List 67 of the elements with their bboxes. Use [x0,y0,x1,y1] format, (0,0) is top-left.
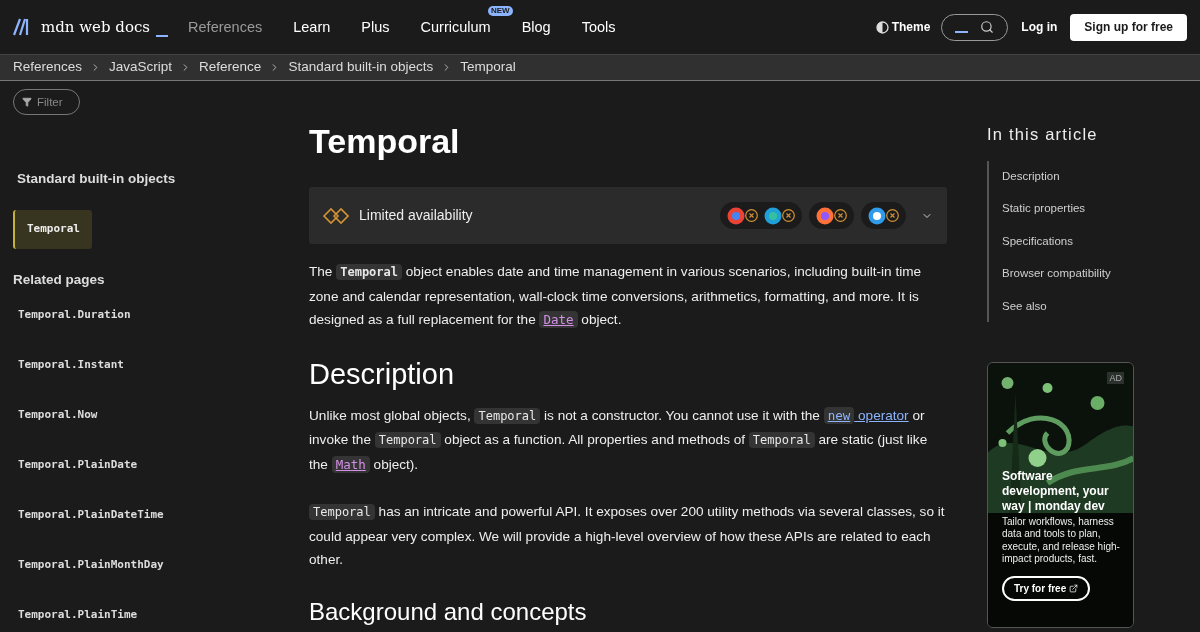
search-icon [980,20,995,34]
toc-link[interactable]: Description [1002,168,1137,184]
browser-icon [764,206,782,225]
section-heading: Background and concepts [309,596,588,627]
ad-card[interactable]: AD Software development, your way | monday dev Tailor workflows, harness data and tools to plan, execute, and release high-impact products, fast. Try for free [987,361,1134,628]
filter-field[interactable]: Filter [13,89,80,115]
sidebar-item[interactable]: Temporal.Now [18,406,257,423]
breadcrumb-link[interactable]: Reference [199,57,262,78]
sidebar-item[interactable]: Temporal.Instant [18,356,257,373]
breadcrumb-link[interactable]: Temporal [460,57,516,78]
paragraph: The Temporal object enables date and time management in various scenarios, including built-in time zone and calendar representation, wall-clock time conversions, arithmetics, formatting, and more. It is designed as a full replacement for the Date object. [309,263,923,330]
cross-icon [886,209,899,222]
paragraph: Temporal has an intricate and powerful API. It exposes over 200 utility methods via several classes, so it could appear very complex. We will provide a high-level overview of how these APIs are related to each other. [309,503,946,569]
contrast-icon [875,20,889,34]
cross-icon [745,209,758,222]
sidebar-heading: Standard built-in objects [17,170,177,188]
sidebar-item[interactable]: Temporal.PlainDateTime [18,506,257,523]
breadcrumb-link[interactable]: JavaScript [109,57,173,78]
cross-icon [782,209,795,222]
nav-link[interactable]: Plus [361,19,390,35]
ad-badge: AD [1107,371,1124,384]
nav-link[interactable]: Learn [293,19,331,35]
availability-banner[interactable]: Limited availability [309,187,947,244]
breadcrumb-link[interactable]: References [13,57,83,78]
logo-cursor-icon [156,35,169,38]
filter-icon [22,97,32,107]
try-button[interactable]: Try for free [1002,575,1091,601]
availability-icon [323,206,349,225]
sidebar-item[interactable]: Temporal.PlainTime [18,606,257,623]
nav-link[interactable]: References [188,19,263,35]
sidebar-item[interactable]: Temporal.PlainMonthDay [18,556,257,573]
browser-icon [816,206,834,225]
new-badge: NEW [487,6,513,16]
code-link[interactable]: Math [331,455,370,473]
paragraph: Unlike most global objects, Temporal is not a constructor. You cannot use it with the new operator or invoke the Temporal object as a function. All properties and methods of Temporal are static (just like the Math object). [309,405,929,475]
section-heading: Description [309,356,456,392]
toc-link[interactable]: Specifications [1002,233,1137,249]
nav-link[interactable]: Tools [581,19,616,35]
ad-text: Tailor workflows, harness data and tools to plan, execute, and release high-impact products, fast. [1002,515,1121,566]
code-link[interactable]: Date [539,311,578,328]
cursor-icon [955,31,969,33]
cross-icon [834,209,847,222]
browser-support-pill[interactable] [861,202,906,229]
signup-button[interactable]: Sign up for free [1070,13,1187,41]
sidebar-item[interactable]: Temporal.Duration [18,306,257,323]
browser-support-pill[interactable] [720,202,802,229]
breadcrumb-link[interactable]: Standard built-in objects [288,57,434,78]
theme-button[interactable]: Theme [875,18,931,36]
sidebar-heading: Related pages [13,270,106,289]
nav-link[interactable]: Blog [521,19,551,35]
browser-icon [727,206,745,225]
login-link[interactable]: Log in [1021,18,1058,36]
toc-link[interactable]: Browser compatibility [1002,266,1137,282]
page-title: Temporal [309,121,461,161]
sidebar-item[interactable]: Temporal.PlainDate [18,456,257,473]
toc-link[interactable]: See also [1002,298,1137,314]
toc-title: In this article [987,124,1099,145]
ad-title: Software development, your way | monday dev [1002,468,1110,514]
external-link-icon [1069,583,1079,593]
sidebar-item[interactable]: Temporal [13,210,92,249]
operator-link[interactable]: new operator [823,406,909,424]
toc-link[interactable]: Static properties [1002,201,1137,217]
logo-text[interactable]: mdn web docs [41,15,151,39]
availability-label: Limited availability [359,206,473,225]
browser-support-pill[interactable] [809,202,854,229]
nav-link[interactable]: Curriculum [420,19,491,35]
browser-icon [868,206,886,225]
